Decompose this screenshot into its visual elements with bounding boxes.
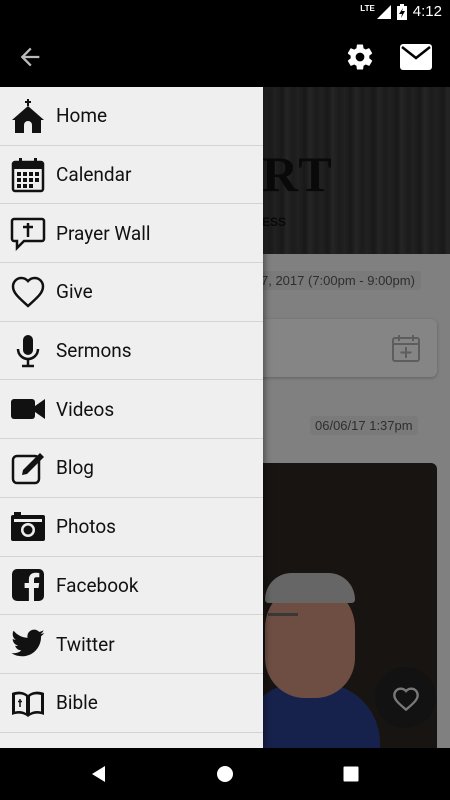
recents-square-icon[interactable] [337,760,365,788]
calendar-icon [11,157,45,192]
drawer-item-videos[interactable]: Videos [0,380,263,440]
camera-icon [11,511,45,541]
facebook-icon [12,569,44,602]
church-icon [12,98,44,133]
drawer-item-label: Videos [56,397,115,421]
signal-icon [376,4,391,19]
video-camera-icon [11,399,45,420]
drawer-item-label: Twitter [56,632,115,656]
back-triangle-icon[interactable] [85,760,113,788]
network-type: LTE [360,4,375,13]
drawer-item-label: Sermons [56,339,132,363]
arrow-back-icon[interactable] [16,43,44,71]
drawer-item-blog[interactable]: Blog [0,439,263,498]
navigation-drawer: Home Calendar Prayer Wall Give Sermons V… [0,87,263,748]
drawer-item-label: Photos [56,515,116,539]
status-bar: LTE 4:12 [0,0,450,25]
drawer-item-label: Give [56,280,93,304]
twitter-icon [11,629,45,657]
drawer-item-sermons[interactable]: Sermons [0,322,263,381]
drawer-item-facebook[interactable]: Facebook [0,557,263,616]
gear-icon[interactable] [345,42,375,72]
battery-icon [396,3,407,20]
drawer-item-label: Facebook [56,573,139,597]
envelope-icon[interactable] [400,44,432,70]
prayer-bubble-icon [10,217,46,252]
app-bar [0,25,450,87]
drawer-item-home[interactable]: Home [0,87,263,146]
microphone-icon [16,334,40,367]
status-icons: LTE 4:12 [360,3,442,20]
drawer-item-twitter[interactable]: Twitter [0,615,263,674]
drawer-scrim[interactable] [262,87,450,748]
drawer-item-label: Prayer Wall [56,221,151,245]
drawer-item-label: Home [56,104,108,128]
bible-icon [12,691,44,717]
drawer-item-calendar[interactable]: Calendar [0,146,263,205]
drawer-item-prayer-wall[interactable]: Prayer Wall [0,204,263,264]
drawer-item-give[interactable]: Give [0,263,263,322]
drawer-item-label: Calendar [56,163,132,187]
drawer-item-label: Blog [56,456,94,480]
home-circle-icon[interactable] [211,760,239,788]
drawer-item-photos[interactable]: Photos [0,498,263,557]
status-time: 4:12 [412,3,442,20]
pencil-edit-icon [11,452,44,485]
drawer-item-label: Bible [56,691,98,715]
system-navigation-bar [0,748,450,800]
heart-icon [11,276,45,308]
drawer-item-bible[interactable]: Bible [0,674,263,733]
